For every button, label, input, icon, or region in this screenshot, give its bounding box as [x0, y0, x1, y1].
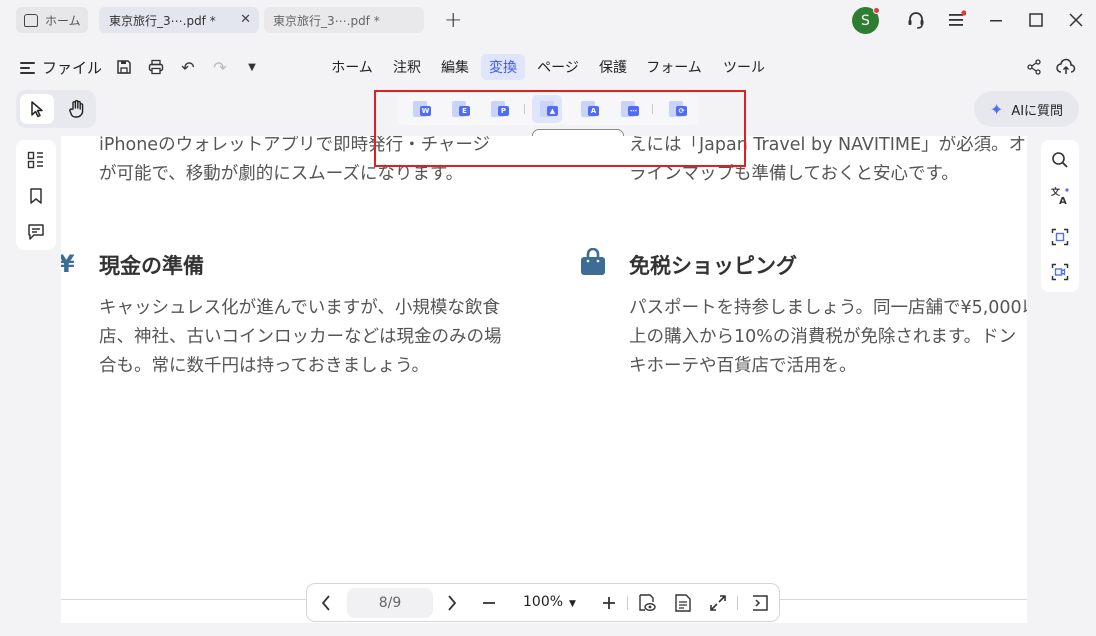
zoom-level: 100%: [523, 594, 564, 610]
close-tab-icon[interactable]: ✕: [240, 12, 251, 27]
section-heading-taxfree: 免税ショッピング: [629, 254, 797, 278]
select-cursor-icon[interactable]: [20, 94, 54, 124]
tab-active-label: 東京旅行_3⋯.pdf *: [109, 13, 216, 28]
comment-icon[interactable]: [25, 221, 47, 243]
menu-item-home[interactable]: ホーム: [326, 54, 378, 80]
print-icon[interactable]: [145, 56, 167, 78]
document-page: iPhoneのウォレットアプリで即時発行・チャージ が可能で、移動が劇的にスムー…: [61, 136, 1027, 623]
cloud-upload-icon[interactable]: [1055, 56, 1077, 78]
file-menu-label: ファイル: [42, 59, 103, 77]
yen-icon: ¥: [61, 250, 75, 278]
right-side-panel: 文A: [1041, 140, 1079, 292]
menu-item-edit[interactable]: 編集: [436, 54, 474, 80]
translate-icon[interactable]: 文A: [1049, 185, 1071, 207]
hamburger-icon: [20, 61, 35, 74]
tab-home-label: ホーム: [45, 13, 81, 28]
cash-text-line-3: 合も。常に数千円は持っておきましょう。: [99, 356, 430, 376]
new-tab-icon[interactable]: +: [444, 8, 462, 33]
redo-icon: ↷: [213, 57, 227, 77]
page-number-input[interactable]: 8/9: [347, 588, 433, 618]
taxfree-text-line-3: キホーテや百貨店で活用を。: [629, 356, 857, 376]
section-heading-cash: 現金の準備: [99, 254, 204, 278]
left-side-panel: [16, 140, 56, 250]
main-menu-icon[interactable]: [945, 9, 967, 31]
previous-page-icon[interactable]: [316, 593, 336, 613]
zoom-dropdown[interactable]: 100% ▼: [523, 594, 576, 610]
home-icon: [24, 13, 38, 27]
ocr-scan-icon[interactable]: [1049, 226, 1071, 248]
bookmark-icon[interactable]: [25, 185, 47, 207]
collapse-panel-icon[interactable]: [750, 593, 770, 613]
pointer-tool-group: [16, 90, 96, 128]
menu-item-annotate[interactable]: 注釈: [388, 54, 426, 80]
quick-access-dropdown-icon[interactable]: ▼: [241, 56, 263, 78]
minimize-icon[interactable]: [985, 9, 1007, 31]
tab-document-active[interactable]: 東京旅行_3⋯.pdf * ✕: [99, 7, 259, 33]
maximize-icon[interactable]: [1025, 9, 1047, 31]
undo-icon[interactable]: ↶: [177, 56, 199, 78]
zoom-in-icon[interactable]: [599, 593, 619, 613]
support-headset-icon[interactable]: [905, 9, 927, 31]
search-icon[interactable]: [1049, 149, 1071, 171]
page-layout-icon[interactable]: [673, 593, 693, 613]
file-menu-button[interactable]: ファイル: [20, 57, 102, 78]
close-window-icon[interactable]: [1065, 9, 1087, 31]
avatar[interactable]: S: [852, 7, 880, 34]
taxfree-text-line-1: パスポートを持参しましょう。同一店舗で¥5,000以: [629, 298, 1027, 318]
page-navigation-bar: 8/9 100% ▼: [306, 583, 780, 622]
ask-ai-button[interactable]: ✦ AIに質問: [974, 91, 1079, 127]
menu-item-form[interactable]: フォーム: [642, 54, 706, 80]
shopping-bag-icon: [580, 247, 606, 276]
svg-text:A: A: [1059, 196, 1067, 206]
ask-ai-label: AIに質問: [1011, 103, 1064, 119]
ai-sparkle-icon: ✦: [989, 99, 1004, 119]
share-icon[interactable]: [1023, 56, 1045, 78]
fullscreen-icon[interactable]: [708, 593, 728, 613]
tab-home[interactable]: ホーム: [16, 7, 88, 33]
menu-item-page[interactable]: ページ: [532, 54, 584, 80]
thumbnails-icon[interactable]: [25, 149, 47, 171]
menu-bar: ファイル ↶ ↷ ▼ ホーム 注釈 編集 変換 ページ 保護 フォーム ツール: [0, 48, 1096, 84]
cash-text-line-2: 店、神社、古いコインロッカーなどは現金のみの場: [99, 327, 502, 347]
screen-record-icon[interactable]: [1049, 261, 1071, 283]
zoom-out-icon[interactable]: [479, 593, 499, 613]
save-icon[interactable]: [113, 56, 135, 78]
menu-item-tools[interactable]: ツール: [716, 54, 772, 80]
menu-item-protect[interactable]: 保護: [594, 54, 632, 80]
notification-dot: [873, 7, 880, 14]
read-mode-icon[interactable]: [637, 593, 657, 613]
hand-tool-icon[interactable]: [64, 96, 90, 122]
tab-inactive-label: 東京旅行_3⋯.pdf *: [273, 13, 380, 28]
avatar-initial: S: [861, 12, 870, 29]
cash-text-line-1: キャッシュレス化が進んでいますが、小規模な飲食: [99, 298, 500, 318]
menu-item-convert[interactable]: 変換: [481, 54, 525, 80]
chevron-down-icon: ▼: [569, 599, 576, 609]
taxfree-text-line-2: 上の購入から10%の消費税が免除されます。ドン: [629, 327, 1017, 347]
next-page-icon[interactable]: [442, 593, 462, 613]
highlight-box: [374, 90, 746, 167]
tab-document-inactive[interactable]: 東京旅行_3⋯.pdf *: [264, 7, 424, 33]
title-bar: ホーム 東京旅行_3⋯.pdf * ✕ 東京旅行_3⋯.pdf * + S: [0, 0, 1096, 40]
